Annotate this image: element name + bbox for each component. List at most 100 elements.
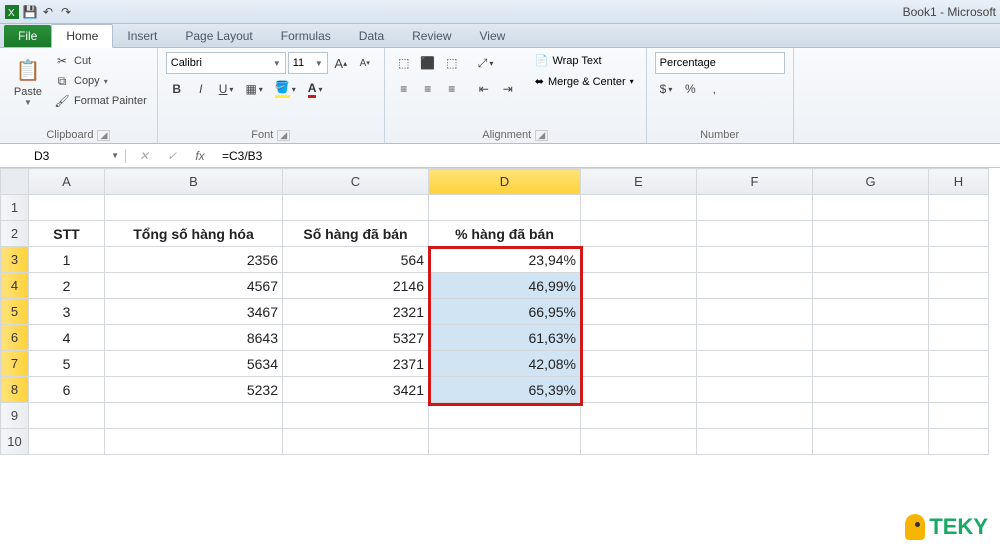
font-launcher[interactable]: ◢: [277, 130, 290, 141]
undo-icon[interactable]: ↶: [40, 4, 56, 20]
row-header[interactable]: 1: [1, 195, 29, 221]
tab-file[interactable]: File: [4, 25, 51, 47]
tab-formulas[interactable]: Formulas: [267, 25, 345, 47]
formula-input[interactable]: =C3/B3: [218, 149, 1000, 163]
col-header-g[interactable]: G: [813, 169, 929, 195]
borders-button[interactable]: ▦▾: [240, 78, 267, 100]
cell[interactable]: 2321: [283, 299, 429, 325]
cell[interactable]: 4: [29, 325, 105, 351]
cancel-formula-icon[interactable]: ✕: [134, 149, 154, 163]
col-header-b[interactable]: B: [105, 169, 283, 195]
percent-button[interactable]: %: [679, 78, 701, 100]
row-header[interactable]: 10: [1, 429, 29, 455]
wrap-text-button[interactable]: 📄Wrap Text: [531, 52, 638, 69]
comma-button[interactable]: ,: [703, 78, 725, 100]
cell[interactable]: 6: [29, 377, 105, 403]
row-header[interactable]: 2: [1, 221, 29, 247]
row-header[interactable]: 9: [1, 403, 29, 429]
spreadsheet-grid[interactable]: A B C D E F G H 1 2 STT Tổng số hàng hóa…: [0, 168, 1000, 455]
cell[interactable]: 1: [29, 247, 105, 273]
cell[interactable]: % hàng đã bán: [429, 221, 581, 247]
grow-font-button[interactable]: A▴: [330, 52, 352, 74]
format-painter-button[interactable]: 🖌Format Painter: [52, 92, 149, 110]
cell[interactable]: Số hàng đã bán: [283, 221, 429, 247]
paste-button[interactable]: 📋 Paste ▼: [8, 52, 48, 109]
enter-formula-icon[interactable]: ✓: [162, 149, 182, 163]
tab-home[interactable]: Home: [51, 24, 113, 48]
cell[interactable]: 3: [29, 299, 105, 325]
cell[interactable]: 3467: [105, 299, 283, 325]
cell[interactable]: 8643: [105, 325, 283, 351]
col-header-f[interactable]: F: [697, 169, 813, 195]
name-box[interactable]: D3▼: [28, 149, 126, 163]
cell[interactable]: 564: [283, 247, 429, 273]
cell[interactable]: 42,08%: [429, 351, 581, 377]
cell[interactable]: STT: [29, 221, 105, 247]
row-header[interactable]: 7: [1, 351, 29, 377]
cell[interactable]: 5232: [105, 377, 283, 403]
cell[interactable]: 2371: [283, 351, 429, 377]
col-header-d[interactable]: D: [429, 169, 581, 195]
accounting-format-button[interactable]: $▾: [655, 78, 678, 100]
tab-data[interactable]: Data: [345, 25, 398, 47]
ribbon: 📋 Paste ▼ ✂Cut ⧉Copy▾ 🖌Format Painter Cl…: [0, 48, 1000, 144]
clipboard-launcher[interactable]: ◢: [97, 130, 110, 141]
select-all-corner[interactable]: [1, 169, 29, 195]
font-name-combo[interactable]: Calibri▼: [166, 52, 286, 74]
cell[interactable]: 5327: [283, 325, 429, 351]
cut-button[interactable]: ✂Cut: [52, 52, 149, 70]
underline-button[interactable]: U▾: [214, 78, 239, 100]
cell[interactable]: 46,99%: [429, 273, 581, 299]
row-header[interactable]: 6: [1, 325, 29, 351]
row-header[interactable]: 4: [1, 273, 29, 299]
fill-color-button[interactable]: 🪣▾: [270, 78, 301, 100]
row-header[interactable]: 3: [1, 247, 29, 273]
copy-button[interactable]: ⧉Copy▾: [52, 72, 149, 90]
col-header-a[interactable]: A: [29, 169, 105, 195]
bold-button[interactable]: B: [166, 78, 188, 100]
cell[interactable]: 5634: [105, 351, 283, 377]
orientation-button[interactable]: ⤢▾: [473, 52, 499, 74]
cell[interactable]: Tổng số hàng hóa: [105, 221, 283, 247]
cell[interactable]: 2356: [105, 247, 283, 273]
cell[interactable]: 65,39%: [429, 377, 581, 403]
tab-page-layout[interactable]: Page Layout: [171, 25, 266, 47]
font-size-combo[interactable]: 11▼: [288, 52, 328, 74]
increase-indent-button[interactable]: ⇥: [497, 78, 519, 100]
align-left-button[interactable]: ≡: [393, 78, 415, 100]
cell[interactable]: 3421: [283, 377, 429, 403]
redo-icon[interactable]: ↷: [58, 4, 74, 20]
align-right-button[interactable]: ≡: [441, 78, 463, 100]
align-middle-button[interactable]: ⬛: [417, 52, 439, 74]
cell[interactable]: 23,94%: [429, 247, 581, 273]
number-label: Number: [700, 129, 739, 141]
formula-bar: D3▼ ✕ ✓ fx =C3/B3: [0, 144, 1000, 168]
cell[interactable]: 2146: [283, 273, 429, 299]
shrink-font-button[interactable]: A▾: [354, 52, 376, 74]
cut-icon: ✂: [54, 53, 70, 69]
align-top-button[interactable]: ⬚: [393, 52, 415, 74]
fx-icon[interactable]: fx: [190, 149, 210, 163]
italic-button[interactable]: I: [190, 78, 212, 100]
row-header[interactable]: 8: [1, 377, 29, 403]
cell[interactable]: 61,63%: [429, 325, 581, 351]
row-header[interactable]: 5: [1, 299, 29, 325]
merge-center-button[interactable]: ⬌Merge & Center▾: [531, 73, 638, 90]
number-format-combo[interactable]: Percentage: [655, 52, 785, 74]
cell[interactable]: 2: [29, 273, 105, 299]
col-header-c[interactable]: C: [283, 169, 429, 195]
alignment-launcher[interactable]: ◢: [535, 130, 548, 141]
tab-insert[interactable]: Insert: [113, 25, 171, 47]
col-header-h[interactable]: H: [929, 169, 989, 195]
cell[interactable]: 5: [29, 351, 105, 377]
font-color-button[interactable]: A▾: [303, 78, 328, 100]
cell[interactable]: 66,95%: [429, 299, 581, 325]
tab-review[interactable]: Review: [398, 25, 465, 47]
align-center-button[interactable]: ≡: [417, 78, 439, 100]
decrease-indent-button[interactable]: ⇤: [473, 78, 495, 100]
tab-view[interactable]: View: [466, 25, 520, 47]
align-bottom-button[interactable]: ⬚: [441, 52, 463, 74]
col-header-e[interactable]: E: [581, 169, 697, 195]
cell[interactable]: 4567: [105, 273, 283, 299]
save-icon[interactable]: 💾: [22, 4, 38, 20]
